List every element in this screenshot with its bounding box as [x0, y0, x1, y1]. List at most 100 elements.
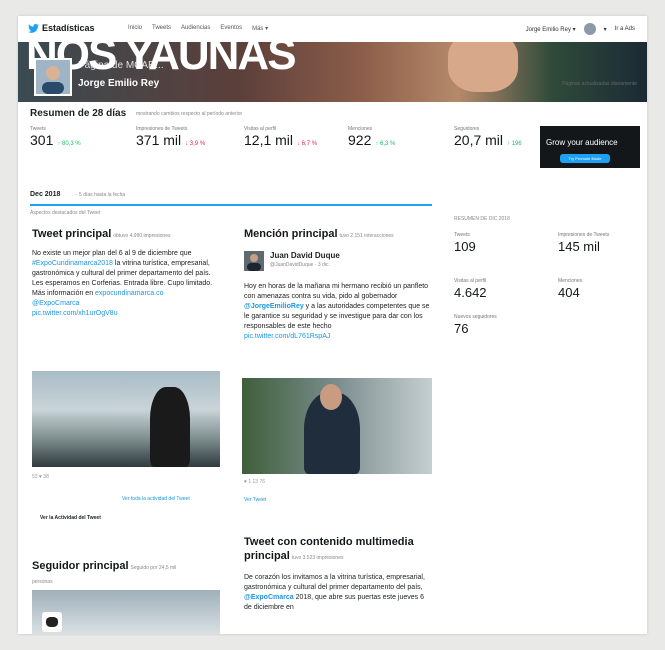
top-tweet-sub: obtuvo 4.990 impresiones [113, 233, 171, 239]
stat-label: Impresiones de Tweets [558, 232, 610, 238]
top-tweet-header: Tweet principal obtuvo 4.990 impresiones [32, 229, 222, 241]
top-mention-stats: ♥ 1 13 76 [244, 479, 266, 485]
chevron-down-icon[interactable]: ▾ [604, 26, 607, 33]
mention-link[interactable]: @JorgeEmilioRey [244, 303, 304, 310]
stat-value: 76 [454, 321, 469, 336]
month-subtitle: · 5 días hasta la fecha [76, 192, 126, 198]
view-tweet-activity-button[interactable]: Ver la Actividad del Tweet [40, 515, 101, 521]
month-stat-profile-visits: Visitas al perfil 4.642 [454, 278, 487, 302]
top-follower-sub2: personas [32, 579, 53, 585]
top-mention-title: Mención principal [244, 228, 338, 240]
month-note: Aspectos destacados del Tweet [30, 210, 101, 216]
month-stat-tweets: Tweets 109 [454, 232, 476, 256]
view-tweet-link[interactable]: Ver Tweet [244, 497, 266, 503]
brand-label[interactable]: Estadísticas [42, 23, 95, 33]
silhouette-image [150, 387, 190, 467]
view-all-activity-link[interactable]: Ver toda la actividad del Tweet [122, 496, 190, 502]
tweet-text-part: No existe un mejor plan del 6 al 9 de di… [32, 250, 192, 257]
top-mention-text: Hoy en horas de la mañana mi hermano rec… [244, 282, 434, 342]
metric-change: ↑ 196 [507, 141, 522, 147]
top-mention-sub: tuvo 2.151 interacciones [339, 233, 394, 239]
promote-title: Grow your audience [546, 138, 618, 147]
pic-link[interactable]: pic.twitter.com/dL761RspAJ [244, 333, 330, 340]
analytics-page: Estadísticas Inicio Tweets Audiencias Ev… [18, 16, 647, 634]
metric-followers: Seguidores 20,7 mil ↑ 196 [454, 126, 522, 150]
mention-text-part: Hoy en horas de la mañana mi hermano rec… [244, 283, 429, 300]
metric-mentions: Menciones 922 ↑ 6,3 % [348, 126, 395, 150]
top-tweet-text: No existe un mejor plan del 6 al 9 de di… [32, 249, 218, 319]
nav-right: Jorge Emilio Rey ▾ ▾ Ir a Ads [526, 23, 635, 35]
stat-label: Menciones [558, 278, 583, 284]
month-label: Dec 2018 [30, 191, 61, 198]
nav-link-tweets[interactable]: Tweets [152, 25, 171, 32]
nav-link-mas[interactable]: Más ▾ [252, 25, 268, 32]
metric-value: 371 mil [136, 132, 182, 148]
url-link[interactable]: expocundinamarca.co [95, 290, 164, 297]
pic-link[interactable]: pic.twitter.com/xh1urOgV8u [32, 310, 118, 317]
person-icon [36, 60, 70, 94]
metric-value: 922 [348, 132, 372, 148]
media-tweet-header: Tweet con contenido multimedia principal… [244, 536, 444, 565]
mention-link[interactable]: @ExpoCmarca [32, 300, 80, 307]
metric-change: ↑ 80,3 % [57, 141, 81, 147]
top-follower-title: Seguidor principal [32, 560, 129, 572]
banner-face-image [448, 42, 518, 92]
metric-change: ↓ 6,7 % [297, 141, 318, 147]
nav-links: Inicio Tweets Audiencias Eventos Más ▾ [128, 25, 268, 32]
stat-label: Visitas al perfil [454, 278, 487, 284]
mention-user-handle[interactable]: @JuanDavidDuque · 3 dic. [270, 262, 330, 268]
profile-banner: NOS YAUNAS Página de MCAR... [18, 42, 647, 102]
person-image-head [320, 384, 342, 410]
promote-card[interactable]: Grow your audience Try Promote Mode [540, 126, 640, 168]
metric-change: ↑ 6,3 % [375, 141, 396, 147]
stat-value: 109 [454, 239, 476, 254]
top-nav: Estadísticas Inicio Tweets Audiencias Ev… [18, 16, 647, 42]
nav-link-eventos[interactable]: Eventos [220, 25, 242, 32]
media-tweet-text: De corazón los invitamos a la vitrina tu… [244, 573, 430, 613]
metric-change: ↓ 3,9 % [185, 141, 206, 147]
person-icon [244, 251, 264, 271]
metric-value: 301 [30, 132, 54, 148]
stat-label: Nuevos seguidores [454, 314, 497, 320]
banner-update-note: Páginas actualizadas diariamente [562, 81, 637, 87]
stat-value: 4.642 [454, 285, 487, 300]
top-mention-media[interactable] [242, 378, 432, 474]
follower-avatar[interactable] [42, 612, 62, 632]
month-divider [30, 204, 432, 206]
top-follower-header: Seguidor principal Seguido por 24,5 mil [32, 561, 222, 573]
metric-impressions: Impresiones de Tweets 371 mil ↓ 3,9 % [136, 126, 205, 150]
metric-value: 12,1 mil [244, 132, 294, 148]
stat-value: 404 [558, 285, 580, 300]
top-mention-header: Mención principal tuvo 2.151 interaccion… [244, 229, 444, 241]
top-follower-sub: Seguido por 24,5 mil [130, 565, 177, 571]
metric-value: 20,7 mil [454, 132, 504, 148]
media-text-part: De corazón los invitamos a la vitrina tu… [244, 574, 425, 591]
promote-button[interactable]: Try Promote Mode [560, 154, 610, 163]
mention-link[interactable]: @ExpoCmarca [244, 594, 294, 601]
month-stat-mentions: Menciones 404 [558, 278, 582, 302]
nav-link-audiencias[interactable]: Audiencias [181, 25, 210, 32]
hashtag-link[interactable]: #ExpoCundinamarca2018 [32, 260, 113, 267]
month-stat-impressions: Impresiones de Tweets 145 mil [558, 232, 609, 256]
top-tweet-stats: 53 ♥ 38 [32, 474, 49, 480]
mention-user-avatar[interactable] [244, 251, 264, 271]
nav-link-inicio[interactable]: Inicio [128, 25, 142, 32]
top-tweet-title: Tweet principal [32, 228, 112, 240]
summary-subtitle: mostrando cambios respecto al período an… [136, 111, 243, 117]
banner-overlay-text: Página de MCAR... [78, 60, 164, 71]
month-stat-new-followers: Nuevos seguidores 76 [454, 314, 497, 338]
profile-name[interactable]: Jorge Emilio Rey [78, 78, 159, 89]
account-menu[interactable]: Jorge Emilio Rey ▾ [526, 26, 576, 33]
twitter-bird-icon[interactable] [28, 24, 39, 33]
stat-label: Tweets [454, 232, 470, 238]
summary-title: Resumen de 28 días [30, 108, 127, 119]
follower-avatar-image [46, 617, 58, 627]
mention-user-name[interactable]: Juan David Duque [270, 251, 340, 260]
ads-link[interactable]: Ir a Ads [615, 26, 635, 32]
metric-tweets: Tweets 301 ↑ 80,3 % [30, 126, 81, 150]
metric-profile-visits: Visitas al perfil 12,1 mil ↓ 6,7 % [244, 126, 317, 150]
top-tweet-media[interactable] [32, 371, 220, 467]
avatar[interactable] [583, 23, 596, 35]
follower-banner-image[interactable] [32, 590, 220, 634]
profile-picture[interactable] [34, 58, 72, 96]
